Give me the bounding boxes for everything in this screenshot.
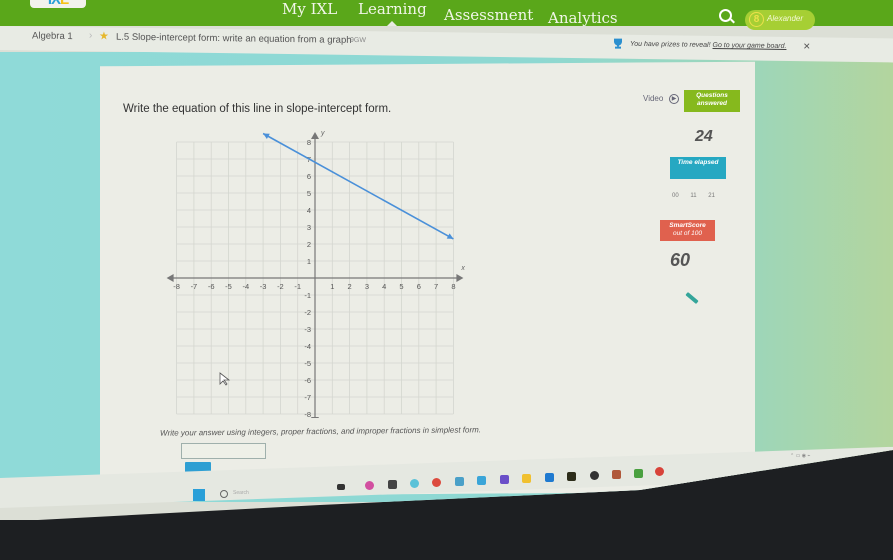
y-tick-label: -8 [304,410,311,418]
file-explorer-icon[interactable] [522,474,531,483]
taskbar-app-icon[interactable] [567,472,576,481]
time-hours: 00 [672,193,679,199]
mouse-cursor-icon [219,372,231,386]
screen: IXL My IXL Learning Assessment Analytics… [0,0,893,520]
y-tick-label: 8 [307,138,311,147]
y-tick-label: -6 [304,376,311,385]
play-icon[interactable]: ▶ [669,94,679,104]
copilot-icon[interactable] [365,481,374,490]
y-tick-label: -2 [304,308,311,317]
taskbar-app-icon[interactable] [590,471,599,480]
chrome-icon[interactable] [432,478,441,487]
system-tray[interactable]: ⌃ ▭ ◉ ⌁ [790,453,810,459]
question-prompt: Write the equation of this line in slope… [123,103,392,115]
breadcrumb-skill: L.5 Slope-intercept form: write an equat… [116,31,352,46]
time-minutes: 11 [690,193,697,199]
x-tick-label: 4 [382,282,386,291]
taskbar-app-icon[interactable] [337,484,345,490]
taskbar-search-icon[interactable] [220,490,228,498]
x-tick-label: -3 [260,282,267,291]
y-tick-label: 4 [307,206,311,215]
y-tick-label: 2 [307,240,311,249]
time-seconds: 21 [708,193,715,199]
x-axis-arrow-left [166,274,174,282]
x-tick-label: 3 [365,282,369,291]
questions-answered-count: 24 [695,128,713,145]
user-name: Alexander [767,14,804,23]
taskbar-app-icon[interactable] [388,480,397,489]
y-tick-label: -7 [304,393,311,402]
y-tick-label: 3 [307,223,311,232]
minecraft-icon[interactable] [634,469,643,478]
video-link[interactable]: Video [643,94,663,103]
answer-input[interactable] [181,443,266,459]
x-tick-label: -4 [242,282,249,291]
x-tick-label: -6 [208,282,215,291]
y-tick-label: -4 [304,342,311,351]
skill-code: 9GW [350,36,366,45]
smartscore-value: 60 [670,250,691,270]
x-tick-label: -5 [225,282,232,291]
x-tick-label: -8 [173,282,180,291]
x-tick-label: -1 [294,282,301,291]
close-icon[interactable]: ✕ [803,41,811,52]
y-tick-label: -3 [304,325,311,334]
plotted-line [262,132,454,240]
questions-answered-badge: Questions answered [684,90,740,112]
nav-learning[interactable]: Learning [358,0,427,26]
x-tick-label: 8 [451,282,455,291]
trophy-icon [614,38,622,49]
coordinate-graph: x y -8 -7 -6 -5 -4 -3 -2 -1 1 2 3 4 5 6 7 8 -8 -7 -6 -5 -4 -3 -… [166,130,465,418]
breadcrumb-separator: › [89,30,93,42]
taskbar-app-icon[interactable] [455,477,464,486]
y-tick-label: 5 [307,189,311,198]
time-elapsed-value: 00 11 21 [672,193,715,199]
nav-assessment[interactable]: Assessment [444,6,533,24]
x-axis-label: x [460,265,465,272]
x-tick-label: 1 [330,282,334,291]
series-line [262,132,454,240]
y-tick-label: -5 [304,359,311,368]
teams-icon[interactable] [500,475,509,484]
x-axis-arrow-right [456,274,464,282]
star-icon: ★ [99,30,109,43]
x-tick-label: 7 [434,282,438,291]
taskbar-app-icon[interactable] [477,476,486,485]
smartscore-badge: SmartScore out of 100 [660,220,715,241]
x-tick-label: -7 [191,282,198,291]
prize-banner: You have prizes to reveal! Go to your ga… [630,40,787,50]
ixl-logo[interactable]: IXL [30,0,86,8]
x-tick-label: 5 [399,282,403,291]
x-tick-label: 2 [348,282,352,291]
y-tick-label: -1 [304,291,311,300]
nav-my-ixl[interactable]: My IXL [282,0,337,18]
taskbar-search-input[interactable]: Search [233,490,249,496]
search-icon[interactable] [719,9,732,22]
nav-analytics[interactable]: Analytics [548,9,618,27]
user-menu[interactable]: 8 Alexander [745,10,815,30]
x-tick-label: -2 [277,282,284,291]
edge-icon[interactable] [410,479,419,488]
top-nav: IXL My IXL Learning Assessment Analytics… [0,0,893,30]
taskbar-app-icon[interactable] [655,467,664,476]
time-elapsed-badge: Time elapsed [670,157,726,179]
y-axis-arrow-down [311,417,319,418]
breadcrumb-subject[interactable]: Algebra 1 [32,30,73,42]
taskbar-app-icon[interactable] [545,473,554,482]
y-axis-arrow-up [311,132,319,139]
avatar-icon: 8 [749,12,764,27]
x-tick-label: 6 [417,282,421,291]
y-axis-label: y [320,130,325,137]
windows-start-icon[interactable] [193,489,205,501]
y-tick-label: 6 [307,172,311,181]
y-tick-label: 1 [307,257,311,266]
taskbar-app-icon[interactable] [612,470,621,479]
game-board-link[interactable]: Go to your game board. [713,42,787,50]
